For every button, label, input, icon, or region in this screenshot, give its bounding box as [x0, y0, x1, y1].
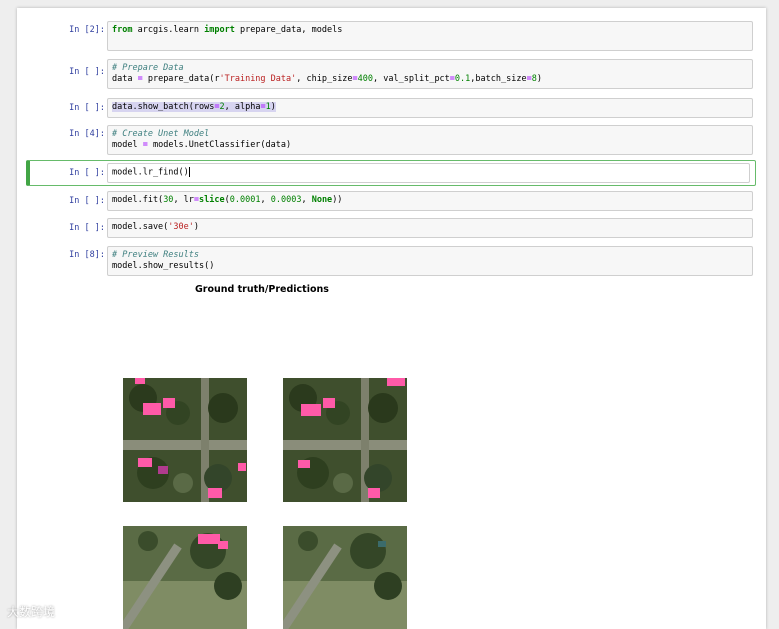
code-input[interactable]: from arcgis.learn import prepare_data, m…	[107, 21, 753, 51]
cell-prompt: In [ ]:	[69, 103, 105, 113]
code-token: model.save(	[112, 222, 169, 232]
code-number: 30	[163, 195, 174, 205]
code-token: arcgis.learn	[132, 25, 205, 35]
ground-truth-tile-1	[123, 378, 247, 502]
code-token: import	[204, 25, 235, 35]
code-number: 0.1	[454, 74, 471, 84]
cell-prompt: In [ ]:	[69, 67, 105, 77]
prediction-tile-1	[283, 378, 407, 502]
code-input[interactable]: # Preview Results model.show_results()	[107, 246, 753, 276]
code-number: 0.0003	[270, 195, 302, 205]
output-title: Ground truth/Predictions	[195, 284, 329, 295]
code-token: data	[112, 74, 138, 84]
code-input[interactable]: model.lr_find()	[107, 163, 750, 183]
code-token: slice	[199, 195, 225, 205]
prediction-tile-2	[283, 526, 407, 629]
code-token: data.show_batch(rows	[112, 102, 215, 112]
code-token: ,	[260, 195, 271, 205]
notebook-page: In [2]: from arcgis.learn import prepare…	[17, 8, 766, 629]
code-comment: # Create Unet Model	[112, 129, 210, 139]
code-token: , alpha	[224, 102, 261, 112]
code-token: , chip_size	[296, 74, 353, 84]
code-number: 0.0001	[229, 195, 261, 205]
code-token: models.UnetClassifier(data)	[147, 140, 292, 150]
code-token: ))	[332, 195, 343, 205]
code-token: ,	[301, 195, 312, 205]
code-token: model	[112, 140, 143, 150]
code-input[interactable]: data.show_batch(rows=2, alpha=1)	[107, 98, 753, 118]
code-token: prepare_data, models	[234, 25, 343, 35]
code-string: 'Training Data'	[219, 74, 297, 84]
code-token: None	[311, 195, 333, 205]
code-input[interactable]: # Create Unet Model model = models.UnetC…	[107, 125, 753, 155]
code-token: model.fit(	[112, 195, 164, 205]
code-token: prepare_data(r	[142, 74, 220, 84]
code-input[interactable]: model.save('30e')	[107, 218, 753, 238]
code-number: 400	[357, 74, 374, 84]
cell-prompt: In [ ]:	[69, 196, 105, 206]
cell-prompt: In [ ]:	[69, 168, 105, 178]
code-token: model.show_results()	[112, 261, 215, 271]
text-cursor	[188, 167, 190, 177]
code-highlight: data.show_batch(rows=2, alpha=1)	[112, 102, 276, 112]
code-input[interactable]: # Prepare Data data = prepare_data(r'Tra…	[107, 59, 753, 89]
cell-prompt: In [ ]:	[69, 223, 105, 233]
watermark: 大数跨境	[7, 603, 55, 620]
cell-prompt: In [4]:	[69, 129, 105, 139]
code-cell-8[interactable]: In [8]: # Preview Results model.show_res…	[27, 246, 753, 276]
code-token: ,batch_size	[470, 74, 527, 84]
code-token: )	[270, 102, 276, 112]
code-token: )	[193, 222, 200, 232]
code-cell-3[interactable]: In [ ]: data.show_batch(rows=2, alpha=1)	[27, 98, 753, 118]
code-comment: # Preview Results	[112, 250, 199, 260]
code-cell-2[interactable]: In [ ]: # Prepare Data data = prepare_da…	[27, 59, 753, 89]
code-input[interactable]: model.fit(30, lr=slice(0.0001, 0.0003, N…	[107, 191, 753, 211]
code-cell-7[interactable]: In [ ]: model.save('30e')	[27, 218, 753, 238]
code-token: , val_split_pct	[373, 74, 450, 84]
code-cell-6[interactable]: In [ ]: model.fit(30, lr=slice(0.0001, 0…	[27, 191, 753, 211]
cell-prompt: In [2]:	[69, 25, 105, 35]
watermark-text: 大数跨境	[7, 605, 56, 619]
code-cell-5[interactable]: In [ ]: model.lr_find()	[27, 163, 753, 183]
code-cell-1[interactable]: In [2]: from arcgis.learn import prepare…	[27, 21, 753, 51]
cell-prompt: In [8]:	[69, 250, 105, 260]
code-token: , lr	[173, 195, 194, 205]
code-comment: # Prepare Data	[112, 63, 184, 73]
code-token: )	[536, 74, 542, 84]
code-token: from	[112, 25, 133, 35]
code-cell-4[interactable]: In [4]: # Create Unet Model model = mode…	[27, 125, 753, 155]
ground-truth-tile-2	[123, 526, 247, 629]
code-string: '30e'	[168, 222, 194, 232]
code-token: model.lr_find()	[112, 167, 189, 178]
